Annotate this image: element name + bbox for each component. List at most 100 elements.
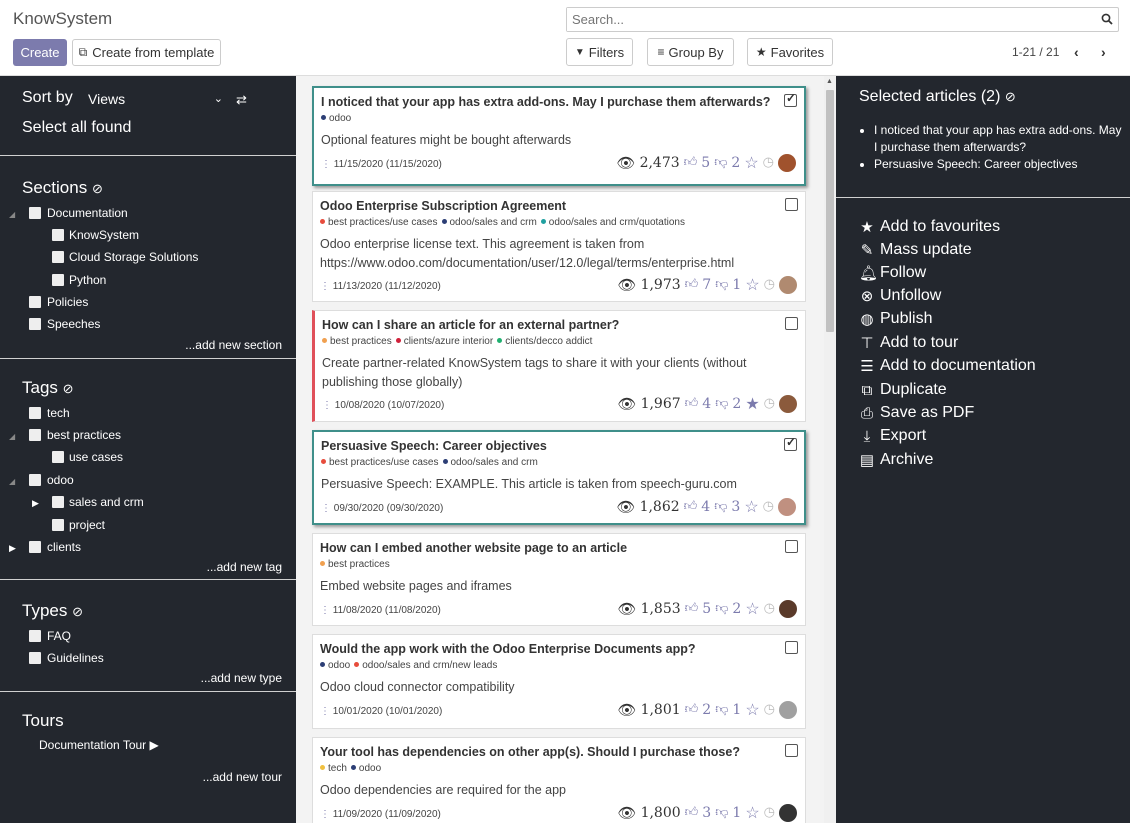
add-new-tour-link[interactable]: ...add new tour	[203, 770, 282, 784]
article-tag[interactable]: odoo	[328, 660, 350, 671]
article-checkbox[interactable]	[784, 91, 797, 107]
caret-right-icon[interactable]: ▶	[32, 498, 39, 509]
favourite-star-icon[interactable]: ☆	[745, 599, 759, 618]
clear-icon[interactable]: ⊘	[92, 181, 103, 196]
article-checkbox[interactable]	[784, 435, 797, 451]
article-card[interactable]: How can I share an article for an extern…	[312, 310, 806, 422]
section-documentation[interactable]: Documentation	[47, 206, 128, 220]
expand-icon[interactable]: ◢	[9, 432, 15, 441]
article-tag[interactable]: best practices	[330, 336, 392, 347]
checkbox[interactable]	[52, 274, 64, 286]
mass-update-action[interactable]: ✎ Mass update	[859, 241, 972, 259]
sort-select[interactable]: Views ⌄	[85, 89, 226, 108]
article-tag[interactable]: odoo/sales and crm/new leads	[362, 660, 497, 671]
article-tag[interactable]: clients/decco addict	[505, 336, 592, 347]
drag-handle-icon[interactable]: ⋮	[321, 159, 334, 170]
thumbs-down-icon[interactable]: 👎︎	[715, 601, 728, 616]
publish-action[interactable]: ◍ Publish	[859, 310, 932, 328]
checkbox[interactable]	[29, 407, 41, 419]
checkbox[interactable]	[52, 451, 64, 463]
article-checkbox[interactable]	[785, 317, 798, 330]
selected-article-item[interactable]: Persuasive Speech: Career objectives	[874, 156, 1125, 173]
scrollbar[interactable]: ▲	[824, 76, 836, 823]
unfollow-action[interactable]: ⊗ Unfollow	[859, 287, 942, 305]
checkbox[interactable]	[52, 496, 64, 508]
article-tag[interactable]: odoo/sales and crm	[450, 217, 537, 228]
article-title[interactable]: How can I embed another website page to …	[320, 541, 627, 555]
article-card[interactable]: Odoo Enterprise Subscription Agreement be…	[312, 191, 806, 302]
article-card[interactable]: Would the app work with the Odoo Enterpr…	[312, 634, 806, 729]
checkbox[interactable]	[52, 519, 64, 531]
thumbs-up-icon[interactable]: 👍︎	[685, 601, 699, 616]
create-button[interactable]: Create	[13, 39, 67, 66]
expand-icon[interactable]: ◢	[9, 210, 15, 219]
favourite-star-icon[interactable]: ☆	[744, 497, 758, 516]
article-title[interactable]: Your tool has dependencies on other app(…	[320, 745, 740, 759]
article-tag[interactable]: best practices	[328, 559, 390, 570]
article-tag[interactable]: odoo	[359, 763, 381, 774]
type-faq[interactable]: FAQ	[47, 629, 71, 643]
thumbs-up-icon[interactable]: 👍︎	[685, 396, 699, 411]
filters-button[interactable]: ▼ Filters	[566, 38, 633, 66]
add-new-type-link[interactable]: ...add new type	[201, 671, 282, 685]
thumbs-up-icon[interactable]: 👍︎	[685, 702, 699, 717]
tag-odoo[interactable]: odoo	[47, 473, 74, 487]
scrollbar-thumb[interactable]	[826, 90, 834, 332]
tag-best-practices[interactable]: best practices	[47, 428, 121, 442]
checkbox[interactable]	[29, 429, 41, 441]
drag-handle-icon[interactable]: ⋮	[320, 706, 333, 717]
article-card[interactable]: I noticed that your app has extra add-on…	[312, 86, 806, 186]
clear-icon[interactable]: ⊘	[1005, 89, 1016, 104]
drag-handle-icon[interactable]: ⋮	[322, 400, 335, 411]
article-tag[interactable]: best practices/use cases	[328, 217, 438, 228]
create-from-template-button[interactable]: ⧉ Create from template	[72, 39, 221, 66]
drag-handle-icon[interactable]: ⋮	[320, 809, 333, 820]
article-tag[interactable]: clients/azure interior	[404, 336, 493, 347]
sort-direction-icon[interactable]: ⇄	[236, 92, 247, 108]
thumbs-down-icon[interactable]: 👎︎	[714, 155, 727, 170]
type-guidelines[interactable]: Guidelines	[47, 651, 104, 665]
caret-right-icon[interactable]: ▶	[9, 543, 16, 554]
thumbs-down-icon[interactable]: 👎︎	[714, 499, 727, 514]
favorites-button[interactable]: ★ Favorites	[747, 38, 833, 66]
thumbs-up-icon[interactable]: 👍︎	[685, 277, 699, 292]
drag-handle-icon[interactable]: ⋮	[321, 503, 334, 514]
group-by-button[interactable]: ≡ Group By	[647, 38, 734, 66]
favourite-star-icon[interactable]: ★	[745, 394, 759, 413]
scroll-up-icon[interactable]: ▲	[826, 78, 833, 85]
pager-range[interactable]: 1-21 / 21	[1012, 45, 1059, 59]
play-icon[interactable]: ▶	[150, 738, 159, 752]
favourite-star-icon[interactable]: ☆	[744, 153, 758, 172]
expand-icon[interactable]: ◢	[9, 477, 15, 486]
checkbox[interactable]	[29, 207, 41, 219]
section-knowsystem[interactable]: KnowSystem	[69, 228, 139, 242]
add-to-documentation-action[interactable]: ☰ Add to documentation	[859, 357, 1035, 375]
drag-handle-icon[interactable]: ⋮	[320, 281, 333, 292]
selected-article-item[interactable]: I noticed that your app has extra add-on…	[874, 122, 1125, 156]
favourite-star-icon[interactable]: ☆	[745, 700, 759, 719]
article-tag[interactable]: best practices/use cases	[329, 457, 439, 468]
article-tag[interactable]: tech	[328, 763, 347, 774]
thumbs-down-icon[interactable]: 👎︎	[715, 277, 728, 292]
checkbox[interactable]	[29, 296, 41, 308]
tag-clients[interactable]: clients	[47, 540, 81, 554]
article-checkbox[interactable]	[785, 198, 798, 211]
checkbox[interactable]	[29, 318, 41, 330]
article-card[interactable]: Persuasive Speech: Career objectives best…	[312, 430, 806, 525]
favourite-star-icon[interactable]: ☆	[745, 803, 759, 822]
article-tag[interactable]: odoo/sales and crm	[451, 457, 538, 468]
checkbox[interactable]	[29, 630, 41, 642]
article-checkbox[interactable]	[785, 641, 798, 654]
article-title[interactable]: I noticed that your app has extra add-on…	[321, 95, 770, 109]
checkbox[interactable]	[29, 541, 41, 553]
add-new-tag-link[interactable]: ...add new tag	[207, 560, 282, 574]
thumbs-down-icon[interactable]: 👎︎	[715, 702, 728, 717]
thumbs-down-icon[interactable]: 👎︎	[715, 396, 728, 411]
thumbs-up-icon[interactable]: 👍︎	[685, 805, 699, 820]
archive-action[interactable]: ▤ Archive	[859, 451, 933, 469]
search-input[interactable]	[567, 8, 1087, 31]
save-as-pdf-action[interactable]: ⎙ Save as PDF	[859, 404, 974, 422]
thumbs-up-icon[interactable]: 👍︎	[684, 155, 698, 170]
article-title[interactable]: How can I share an article for an extern…	[322, 318, 619, 332]
clear-icon[interactable]: ⊘	[72, 604, 83, 619]
